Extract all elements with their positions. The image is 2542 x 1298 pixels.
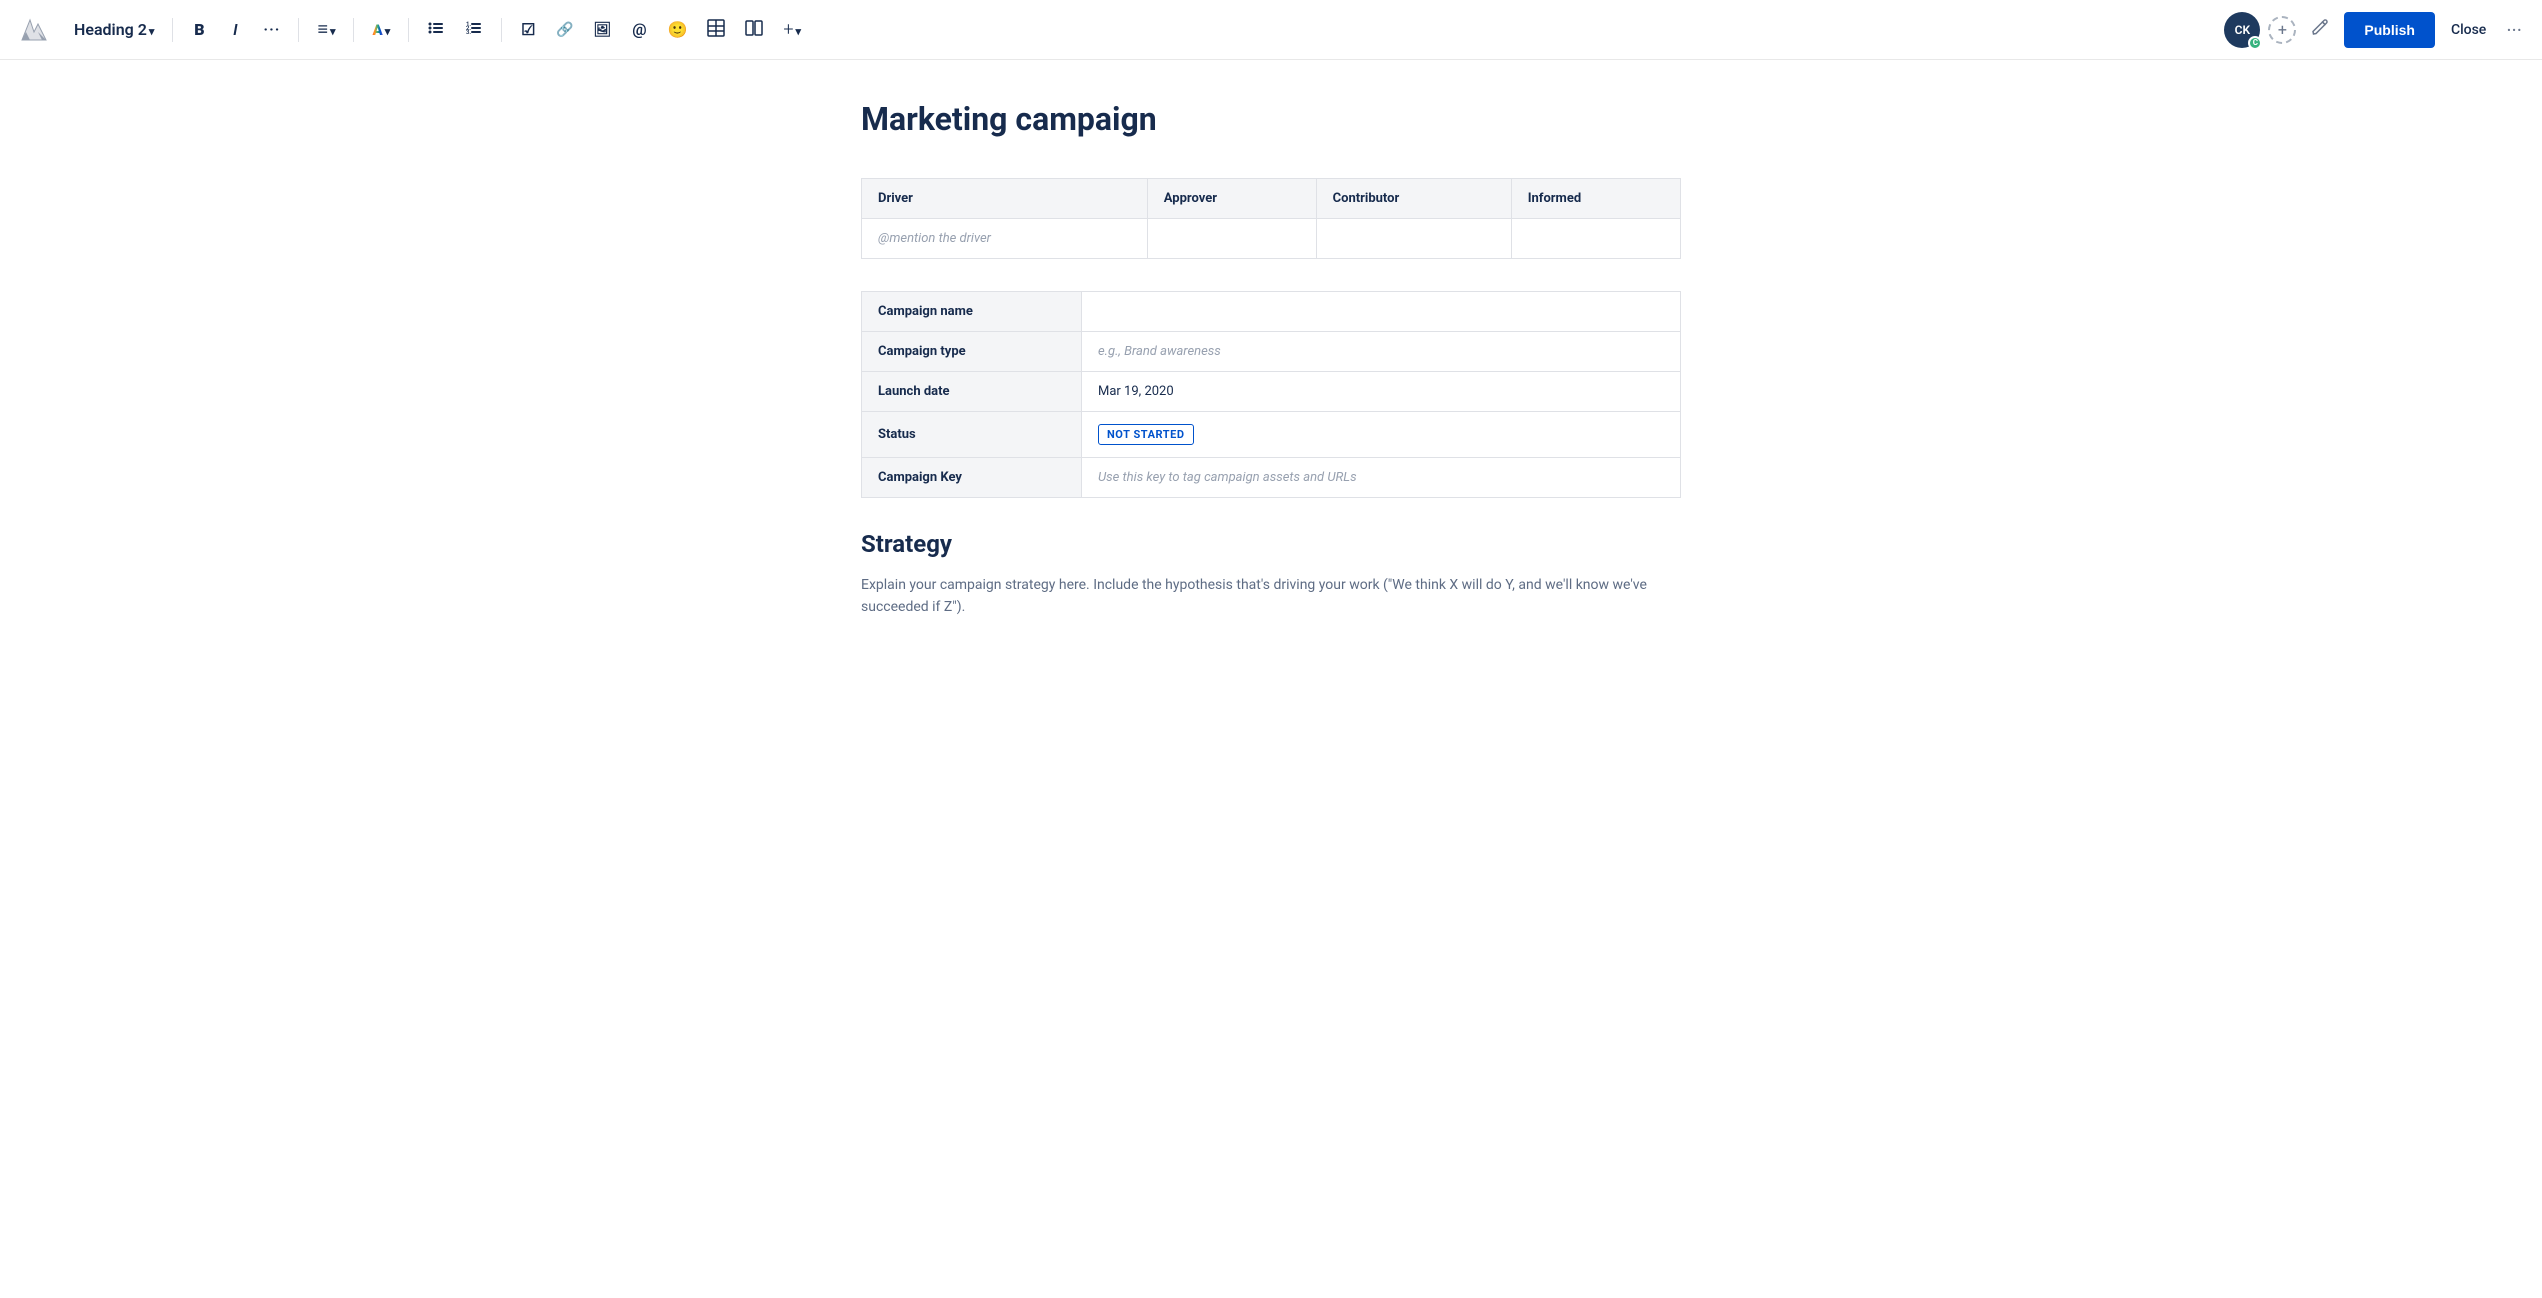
text-color-button[interactable]: A	[366, 16, 396, 44]
campaign-name-value[interactable]	[1082, 292, 1681, 332]
italic-button[interactable]	[221, 16, 249, 44]
mention-icon: @	[632, 20, 646, 39]
daci-cell-informed[interactable]	[1511, 219, 1680, 259]
divider-3	[353, 18, 354, 42]
divider-2	[298, 18, 299, 42]
avatar[interactable]: CK C	[2224, 12, 2260, 48]
daci-header-driver: Driver	[862, 179, 1148, 219]
table-icon	[707, 19, 725, 41]
text-color-icon: A	[372, 21, 382, 39]
page-content: Marketing campaign Driver Approver Contr…	[841, 60, 1701, 679]
image-button[interactable]: 🖼	[588, 16, 618, 44]
numbered-list-icon: 1. 2. 3.	[465, 19, 483, 41]
more-options-button[interactable]: ···	[2502, 14, 2526, 46]
daci-table: Driver Approver Contributor Informed @me…	[861, 178, 1681, 259]
heading-select[interactable]: Heading 2	[68, 16, 160, 44]
status-badge[interactable]: NOT STARTED	[1098, 424, 1194, 445]
avatar-badge: C	[2248, 36, 2262, 50]
insert-more-button[interactable]: +	[777, 16, 807, 44]
daci-header-approver: Approver	[1147, 179, 1316, 219]
link-button[interactable]: 🔗	[550, 16, 579, 44]
checklist-icon: ☑	[521, 20, 535, 39]
daci-header-contributor: Contributor	[1316, 179, 1511, 219]
italic-icon	[233, 20, 237, 39]
emoji-icon: 🙂	[667, 20, 687, 39]
strategy-title: Strategy	[861, 530, 1681, 558]
campaign-key-value[interactable]: Use this key to tag campaign assets and …	[1082, 458, 1681, 498]
app-logo[interactable]	[16, 12, 52, 48]
divider-1	[172, 18, 173, 42]
bold-icon	[194, 20, 204, 39]
daci-cell-driver[interactable]: @mention the driver	[862, 219, 1148, 259]
emoji-button[interactable]: 🙂	[661, 16, 693, 44]
heading-chevron-icon	[149, 20, 155, 39]
strategy-body[interactable]: Explain your campaign strategy here. Inc…	[861, 574, 1681, 619]
layout-button[interactable]	[739, 16, 769, 44]
campaign-table: Campaign name Campaign type e.g., Brand …	[861, 291, 1681, 498]
plus-icon: +	[783, 19, 793, 40]
heading-select-label: Heading 2	[74, 20, 147, 39]
campaign-type-row: Campaign type e.g., Brand awareness	[862, 332, 1681, 372]
publish-button[interactable]: Publish	[2344, 12, 2435, 48]
divider-5	[501, 18, 502, 42]
toolbar-right: CK C + Publish Close ···	[2224, 12, 2526, 48]
campaign-type-value[interactable]: e.g., Brand awareness	[1082, 332, 1681, 372]
divider-4	[408, 18, 409, 42]
launch-date-row: Launch date Mar 19, 2020	[862, 372, 1681, 412]
status-label: Status	[862, 412, 1082, 458]
launch-date-label: Launch date	[862, 372, 1082, 412]
bullet-list-icon	[427, 19, 445, 41]
add-collaborator-button[interactable]: +	[2268, 16, 2296, 44]
bullet-list-button[interactable]	[421, 16, 451, 44]
status-value[interactable]: NOT STARTED	[1082, 412, 1681, 458]
insert-more-chevron-icon	[796, 20, 802, 39]
campaign-key-label: Campaign Key	[862, 458, 1082, 498]
daci-header-informed: Informed	[1511, 179, 1680, 219]
avatar-initials: CK	[2235, 23, 2250, 37]
campaign-key-placeholder: Use this key to tag campaign assets and …	[1098, 470, 1357, 485]
align-icon: ≡	[317, 19, 328, 40]
toolbar: Heading 2 ··· ≡ A	[0, 0, 2542, 60]
edit-button[interactable]	[2304, 14, 2336, 46]
mention-button[interactable]: @	[625, 16, 653, 44]
text-color-chevron-icon	[385, 20, 391, 39]
pen-icon	[2310, 17, 2330, 42]
image-icon: 🖼	[594, 22, 612, 38]
daci-cell-contributor[interactable]	[1316, 219, 1511, 259]
page-title[interactable]: Marketing campaign	[861, 100, 1681, 138]
bold-button[interactable]	[185, 16, 213, 44]
table-button[interactable]	[701, 16, 731, 44]
more-format-button[interactable]: ···	[257, 16, 286, 44]
numbered-list-button[interactable]: 1. 2. 3.	[459, 16, 489, 44]
launch-date-value[interactable]: Mar 19, 2020	[1082, 372, 1681, 412]
align-chevron-icon	[330, 20, 336, 39]
daci-driver-placeholder: @mention the driver	[878, 231, 991, 246]
campaign-key-row: Campaign Key Use this key to tag campaig…	[862, 458, 1681, 498]
checklist-button[interactable]: ☑	[514, 16, 542, 44]
close-button[interactable]: Close	[2443, 18, 2494, 42]
svg-text:3.: 3.	[466, 29, 471, 36]
align-button[interactable]: ≡	[311, 16, 341, 44]
link-icon: 🔗	[556, 22, 573, 38]
layout-icon	[745, 19, 763, 41]
status-row: Status NOT STARTED	[862, 412, 1681, 458]
daci-row: @mention the driver	[862, 219, 1681, 259]
campaign-type-placeholder: e.g., Brand awareness	[1098, 344, 1221, 359]
campaign-name-row: Campaign name	[862, 292, 1681, 332]
campaign-type-label: Campaign type	[862, 332, 1082, 372]
add-icon: +	[2278, 20, 2287, 39]
daci-cell-approver[interactable]	[1147, 219, 1316, 259]
more-format-icon: ···	[263, 20, 280, 39]
campaign-name-label: Campaign name	[862, 292, 1082, 332]
